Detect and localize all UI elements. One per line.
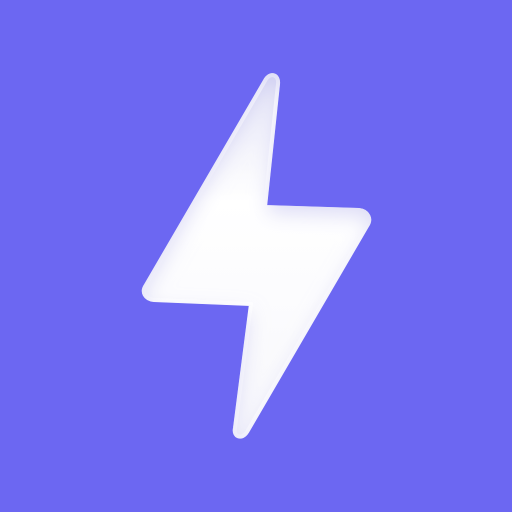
app-icon-background [0,0,512,512]
lightning-bolt-icon [0,0,512,512]
